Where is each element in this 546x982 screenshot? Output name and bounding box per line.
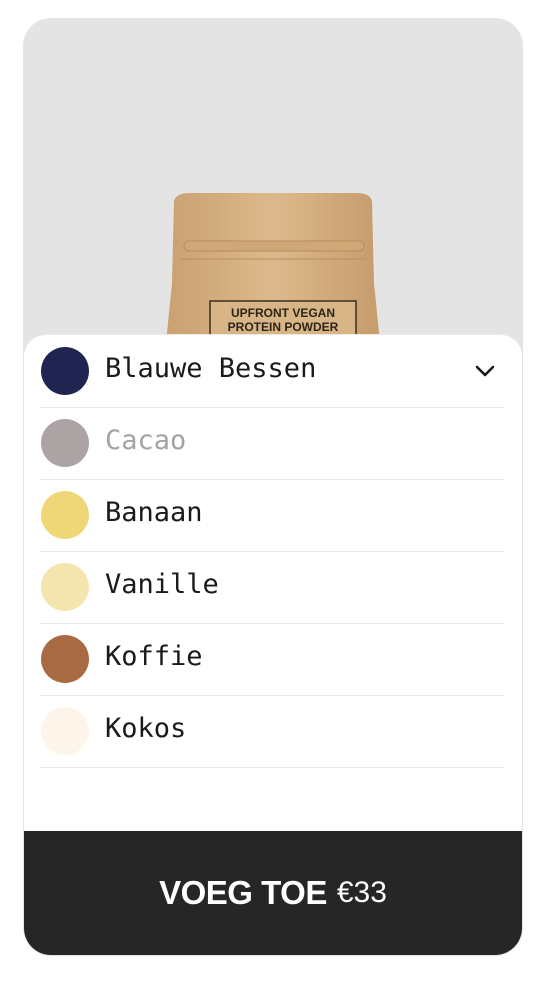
flavor-swatch [41,563,89,611]
flavor-swatch [41,491,89,539]
flavor-label: Vanille [105,569,219,600]
flavor-option[interactable]: Banaan [40,479,504,552]
flavor-label: Blauwe Bessen [105,353,317,384]
flavor-swatch [41,707,89,755]
chevron-down-icon[interactable] [474,363,496,379]
add-to-cart-label: VOEG TOE [159,874,327,911]
flavor-selector: Blauwe Bessen Cacao Banaan Vanille Koffi… [24,334,522,855]
flavor-label: Banaan [105,497,203,528]
flavor-option[interactable]: Koffie [40,623,504,696]
flavor-swatch [41,347,89,395]
flavor-option[interactable]: Kokos [40,695,504,768]
flavor-option[interactable]: Cacao [40,407,504,480]
flavor-swatch [41,635,89,683]
flavor-label: Koffie [105,641,203,672]
flavor-label: Cacao [105,425,187,456]
flavor-label: Kokos [105,713,187,744]
flavor-option[interactable]: Vanille [40,551,504,624]
bag-label-line1: UPFRONT VEGAN [231,306,335,320]
flavor-option-selected[interactable]: Blauwe Bessen [40,335,504,408]
bag-label-line2: PROTEIN POWDER [228,320,339,334]
product-card: UPFRONT VEGAN PROTEIN POWDER Blauwe Bess… [23,18,523,956]
flavor-swatch [41,419,89,467]
product-image: UPFRONT VEGAN PROTEIN POWDER [24,19,522,383]
price: €33 [336,876,387,909]
add-to-cart-button[interactable]: VOEG TOE €33 [24,831,522,955]
